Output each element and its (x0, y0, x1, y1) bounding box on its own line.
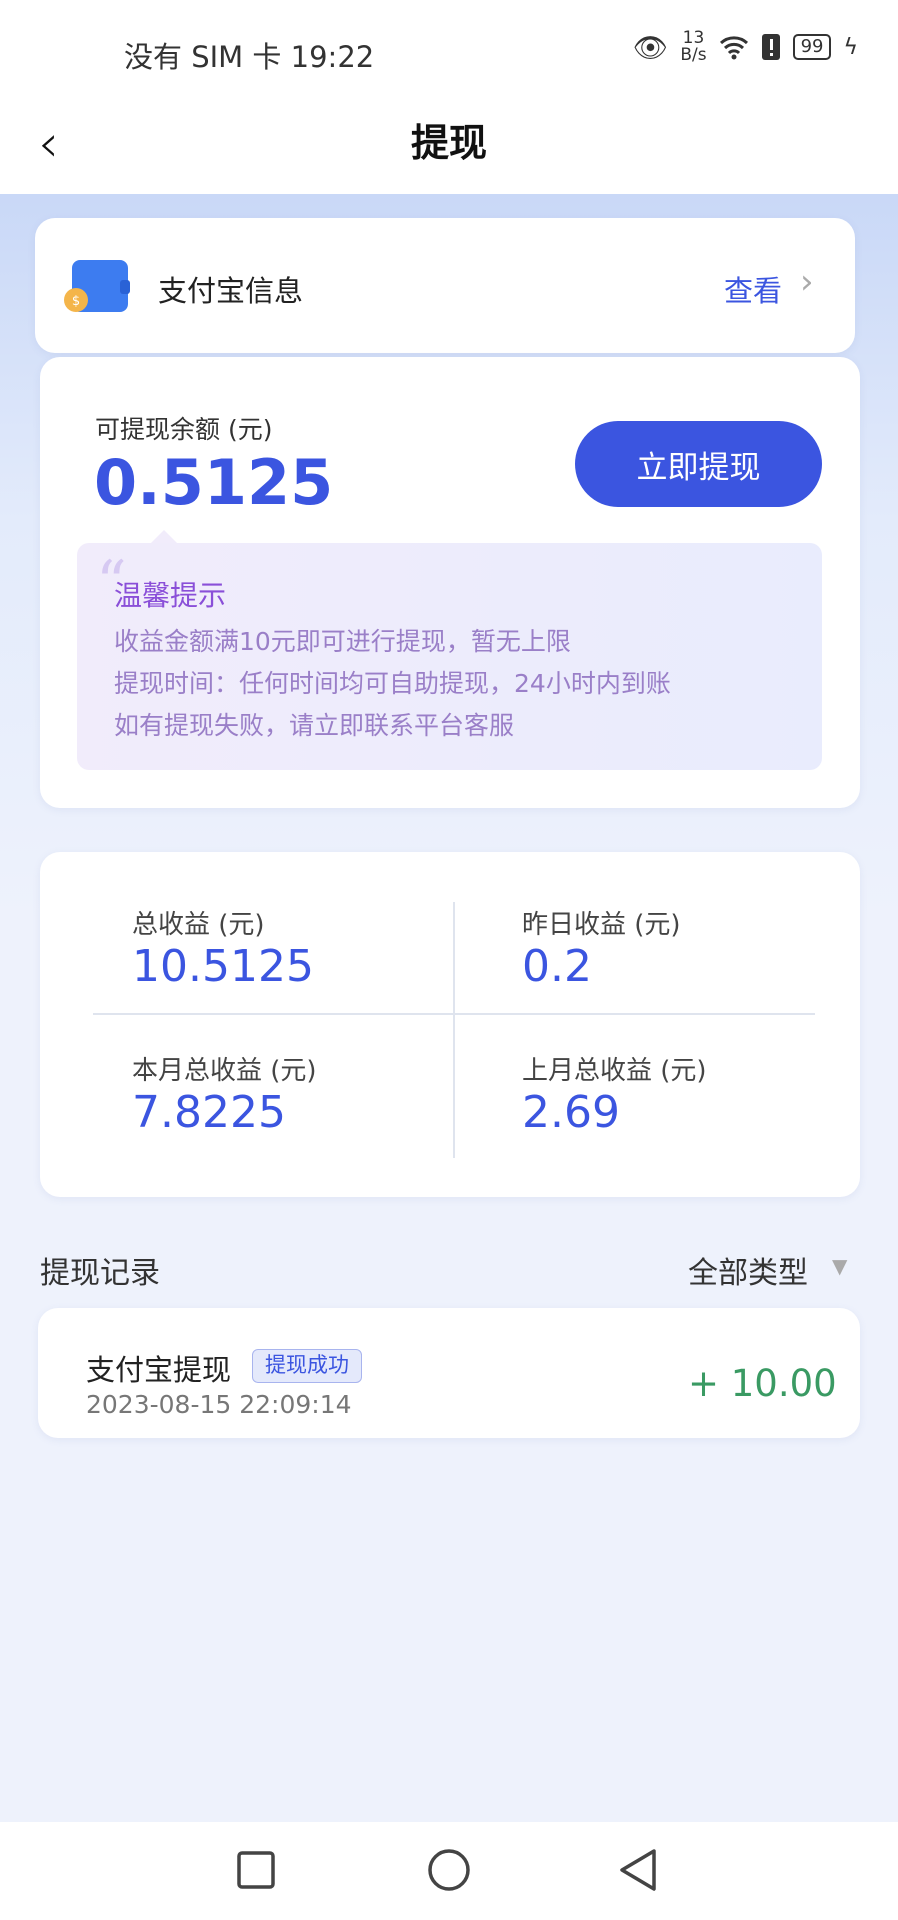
status-badge: 提现成功 (252, 1349, 362, 1383)
battery-icon: 99 (792, 34, 832, 60)
clock: 19:22 (290, 40, 375, 74)
charging-icon: ϟ (843, 34, 858, 60)
tip-line: 如有提现失败，请立即联系平台客服 (114, 711, 515, 740)
eye-icon: 👁 (632, 30, 669, 64)
recents-button[interactable] (236, 1850, 276, 1890)
system-nav-bar (0, 1822, 898, 1920)
status-carrier-time: 没有 SIM 卡 19:22 (124, 34, 374, 76)
home-button[interactable] (427, 1848, 471, 1892)
stat-total: 总收益 (元) 10.5125 (132, 904, 314, 992)
tip-line: 提现时间：任何时间均可自助提现，24小时内到账 (114, 669, 671, 698)
svg-text:$: $ (72, 294, 80, 309)
tips-pointer (150, 530, 178, 544)
record-name: 支付宝提现 (86, 1353, 232, 1387)
alipay-info-label: 支付宝信息 (158, 274, 304, 308)
wifi-icon (719, 36, 748, 60)
stat-label: 昨日收益 (元) (522, 910, 681, 940)
balance-value: 0.5125 (94, 446, 334, 519)
stat-value: 7.8225 (132, 1087, 286, 1138)
stat-value: 10.5125 (132, 941, 314, 992)
sim-alert-icon (761, 34, 780, 60)
view-link[interactable]: 查看 (724, 268, 782, 310)
wallet-icon: $ (64, 260, 130, 312)
stat-value: 2.69 (522, 1087, 620, 1138)
record-time: 2023-08-15 22:09:14 (86, 1390, 352, 1419)
stat-value: 0.2 (522, 941, 592, 992)
net-speed-unit: B/s (680, 45, 707, 65)
net-speed: 13 B/s (680, 30, 706, 64)
stat-yesterday: 昨日收益 (元) 0.2 (522, 904, 681, 992)
tip-line: 收益金额满10元即可进行提现，暂无上限 (114, 627, 571, 656)
stat-label: 上月总收益 (元) (522, 1056, 707, 1086)
status-icons: 👁 13 B/s 99 ϟ (633, 30, 858, 64)
stat-label: 本月总收益 (元) (132, 1056, 317, 1086)
withdraw-now-button[interactable]: 立即提现 (575, 421, 822, 507)
carrier-text: 没有 SIM 卡 (124, 40, 282, 74)
stat-label: 总收益 (元) (132, 910, 265, 940)
chevron-right-icon: › (800, 262, 814, 302)
page-title: 提现 (410, 121, 487, 165)
divider (453, 902, 455, 1158)
tips-title: 温馨提示 (114, 579, 227, 612)
caret-down-icon[interactable]: ▼ (832, 1254, 847, 1278)
balance-label: 可提现余额 (元) (95, 415, 273, 444)
back-nav-button[interactable] (618, 1848, 658, 1892)
records-title: 提现记录 (40, 1256, 160, 1291)
divider (93, 1013, 815, 1015)
record-amount: + 10.00 (688, 1362, 837, 1405)
stat-last-month: 上月总收益 (元) 2.69 (522, 1050, 707, 1138)
stat-this-month: 本月总收益 (元) 7.8225 (132, 1050, 317, 1138)
type-filter-dropdown[interactable]: 全部类型 (688, 1248, 808, 1292)
